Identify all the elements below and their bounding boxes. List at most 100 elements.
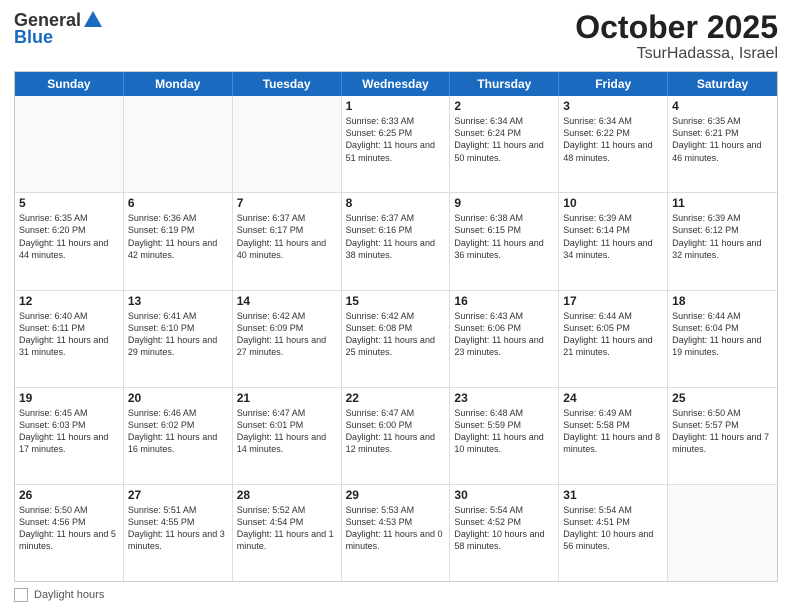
cal-week-4: 19 Sunrise: 6:45 AM Sunset: 6:03 PM Dayli… xyxy=(15,388,777,485)
day-info: Sunrise: 6:43 AM Sunset: 6:06 PM Dayligh… xyxy=(454,310,554,359)
day-number: 25 xyxy=(672,391,773,405)
day-info: Sunrise: 6:35 AM Sunset: 6:20 PM Dayligh… xyxy=(19,212,119,261)
cal-cell-day-18: 18 Sunrise: 6:44 AM Sunset: 6:04 PM Dayli… xyxy=(668,291,777,387)
cal-cell-day-28: 28Sunrise: 5:52 AM Sunset: 4:54 PM Dayli… xyxy=(233,485,342,581)
cal-cell-empty xyxy=(15,96,124,192)
day-number: 21 xyxy=(237,391,337,405)
calendar-body: 1 Sunrise: 6:33 AM Sunset: 6:25 PM Daylig… xyxy=(15,96,777,581)
calendar-title: October 2025 xyxy=(575,10,778,45)
cal-cell-day-27: 27 Sunrise: 5:51 AM Sunset: 4:55 PM Dayli… xyxy=(124,485,233,581)
day-info: Sunrise: 6:39 AM Sunset: 6:14 PM Dayligh… xyxy=(563,212,663,261)
cal-cell-day-20: 20 Sunrise: 6:46 AM Sunset: 6:02 PM Dayli… xyxy=(124,388,233,484)
day-number: 15 xyxy=(346,294,446,308)
cal-cell-day-7: 7Sunrise: 6:37 AM Sunset: 6:17 PM Daylig… xyxy=(233,193,342,289)
daylight-hours-label: Daylight hours xyxy=(34,589,104,601)
page: General Blue October 2025 TsurHadassa, I… xyxy=(0,0,792,612)
day-info: Sunrise: 6:34 AM Sunset: 6:22 PM Dayligh… xyxy=(563,115,663,164)
day-info: Sunrise: 6:44 AM Sunset: 6:05 PM Dayligh… xyxy=(563,310,663,359)
calendar-header: SundayMondayTuesdayWednesdayThursdayFrid… xyxy=(15,72,777,96)
day-info: Sunrise: 6:42 AM Sunset: 6:09 PM Dayligh… xyxy=(237,310,337,359)
day-info: Sunrise: 6:47 AM Sunset: 6:00 PM Dayligh… xyxy=(346,407,446,456)
day-info: Sunrise: 6:44 AM Sunset: 6:04 PM Dayligh… xyxy=(672,310,773,359)
cal-cell-day-6: 6Sunrise: 6:36 AM Sunset: 6:19 PM Daylig… xyxy=(124,193,233,289)
day-number: 17 xyxy=(563,294,663,308)
header: General Blue October 2025 TsurHadassa, I… xyxy=(14,10,778,63)
day-number: 26 xyxy=(19,488,119,502)
day-info: Sunrise: 6:40 AM Sunset: 6:11 PM Dayligh… xyxy=(19,310,119,359)
day-number: 22 xyxy=(346,391,446,405)
day-info: Sunrise: 6:47 AM Sunset: 6:01 PM Dayligh… xyxy=(237,407,337,456)
cal-week-3: 12 Sunrise: 6:40 AM Sunset: 6:11 PM Dayli… xyxy=(15,291,777,388)
day-info: Sunrise: 5:51 AM Sunset: 4:55 PM Dayligh… xyxy=(128,504,228,553)
cal-cell-day-1: 1 Sunrise: 6:33 AM Sunset: 6:25 PM Daylig… xyxy=(342,96,451,192)
day-number: 7 xyxy=(237,196,337,210)
day-number: 20 xyxy=(128,391,228,405)
day-info: Sunrise: 6:38 AM Sunset: 6:15 PM Dayligh… xyxy=(454,212,554,261)
cal-cell-day-16: 16 Sunrise: 6:43 AM Sunset: 6:06 PM Dayli… xyxy=(450,291,559,387)
day-info: Sunrise: 5:50 AM Sunset: 4:56 PM Dayligh… xyxy=(19,504,119,553)
day-number: 10 xyxy=(563,196,663,210)
cal-cell-day-2: 2 Sunrise: 6:34 AM Sunset: 6:24 PM Daylig… xyxy=(450,96,559,192)
cal-cell-day-23: 23 Sunrise: 6:48 AM Sunset: 5:59 PM Dayli… xyxy=(450,388,559,484)
cal-cell-day-19: 19 Sunrise: 6:45 AM Sunset: 6:03 PM Dayli… xyxy=(15,388,124,484)
day-number: 19 xyxy=(19,391,119,405)
day-info: Sunrise: 6:33 AM Sunset: 6:25 PM Dayligh… xyxy=(346,115,446,164)
day-info: Sunrise: 5:54 AM Sunset: 4:52 PM Dayligh… xyxy=(454,504,554,553)
day-info: Sunrise: 6:36 AM Sunset: 6:19 PM Dayligh… xyxy=(128,212,228,261)
cal-header-sunday: Sunday xyxy=(15,72,124,96)
footer: Daylight hours xyxy=(14,588,778,602)
calendar-location: TsurHadassa, Israel xyxy=(575,45,778,63)
cal-cell-day-22: 22 Sunrise: 6:47 AM Sunset: 6:00 PM Dayli… xyxy=(342,388,451,484)
cal-header-tuesday: Tuesday xyxy=(233,72,342,96)
day-info: Sunrise: 5:52 AM Sunset: 4:54 PM Dayligh… xyxy=(237,504,337,553)
cal-cell-day-24: 24Sunrise: 6:49 AM Sunset: 5:58 PM Dayli… xyxy=(559,388,668,484)
day-number: 30 xyxy=(454,488,554,502)
cal-cell-day-9: 9Sunrise: 6:38 AM Sunset: 6:15 PM Daylig… xyxy=(450,193,559,289)
cal-cell-day-3: 3 Sunrise: 6:34 AM Sunset: 6:22 PM Daylig… xyxy=(559,96,668,192)
day-number: 27 xyxy=(128,488,228,502)
day-number: 3 xyxy=(563,99,663,113)
day-info: Sunrise: 5:54 AM Sunset: 4:51 PM Dayligh… xyxy=(563,504,663,553)
day-info: Sunrise: 6:46 AM Sunset: 6:02 PM Dayligh… xyxy=(128,407,228,456)
cal-header-thursday: Thursday xyxy=(450,72,559,96)
logo: General Blue xyxy=(14,10,104,48)
cal-cell-day-26: 26 Sunrise: 5:50 AM Sunset: 4:56 PM Dayli… xyxy=(15,485,124,581)
day-number: 16 xyxy=(454,294,554,308)
cal-cell-day-4: 4Sunrise: 6:35 AM Sunset: 6:21 PM Daylig… xyxy=(668,96,777,192)
day-number: 12 xyxy=(19,294,119,308)
daylight-box xyxy=(14,588,28,602)
day-number: 24 xyxy=(563,391,663,405)
cal-header-saturday: Saturday xyxy=(668,72,777,96)
day-number: 5 xyxy=(19,196,119,210)
day-info: Sunrise: 6:37 AM Sunset: 6:16 PM Dayligh… xyxy=(346,212,446,261)
day-number: 1 xyxy=(346,99,446,113)
day-number: 18 xyxy=(672,294,773,308)
day-info: Sunrise: 5:53 AM Sunset: 4:53 PM Dayligh… xyxy=(346,504,446,553)
cal-cell-day-29: 29 Sunrise: 5:53 AM Sunset: 4:53 PM Dayli… xyxy=(342,485,451,581)
cal-week-2: 5 Sunrise: 6:35 AM Sunset: 6:20 PM Daylig… xyxy=(15,193,777,290)
cal-cell-empty xyxy=(668,485,777,581)
cal-cell-day-15: 15 Sunrise: 6:42 AM Sunset: 6:08 PM Dayli… xyxy=(342,291,451,387)
day-number: 14 xyxy=(237,294,337,308)
day-number: 8 xyxy=(346,196,446,210)
cal-cell-empty xyxy=(233,96,342,192)
day-info: Sunrise: 6:45 AM Sunset: 6:03 PM Dayligh… xyxy=(19,407,119,456)
day-info: Sunrise: 6:39 AM Sunset: 6:12 PM Dayligh… xyxy=(672,212,773,261)
day-number: 23 xyxy=(454,391,554,405)
cal-cell-day-12: 12 Sunrise: 6:40 AM Sunset: 6:11 PM Dayli… xyxy=(15,291,124,387)
cal-cell-day-25: 25 Sunrise: 6:50 AM Sunset: 5:57 PM Dayli… xyxy=(668,388,777,484)
calendar: SundayMondayTuesdayWednesdayThursdayFrid… xyxy=(14,71,778,582)
day-number: 2 xyxy=(454,99,554,113)
day-info: Sunrise: 6:50 AM Sunset: 5:57 PM Dayligh… xyxy=(672,407,773,456)
cal-header-friday: Friday xyxy=(559,72,668,96)
cal-header-monday: Monday xyxy=(124,72,233,96)
day-info: Sunrise: 6:48 AM Sunset: 5:59 PM Dayligh… xyxy=(454,407,554,456)
cal-week-1: 1 Sunrise: 6:33 AM Sunset: 6:25 PM Daylig… xyxy=(15,96,777,193)
cal-header-wednesday: Wednesday xyxy=(342,72,451,96)
day-info: Sunrise: 6:42 AM Sunset: 6:08 PM Dayligh… xyxy=(346,310,446,359)
logo-blue: Blue xyxy=(14,27,53,48)
cal-cell-day-13: 13Sunrise: 6:41 AM Sunset: 6:10 PM Dayli… xyxy=(124,291,233,387)
day-number: 29 xyxy=(346,488,446,502)
cal-week-5: 26 Sunrise: 5:50 AM Sunset: 4:56 PM Dayli… xyxy=(15,485,777,581)
day-info: Sunrise: 6:34 AM Sunset: 6:24 PM Dayligh… xyxy=(454,115,554,164)
